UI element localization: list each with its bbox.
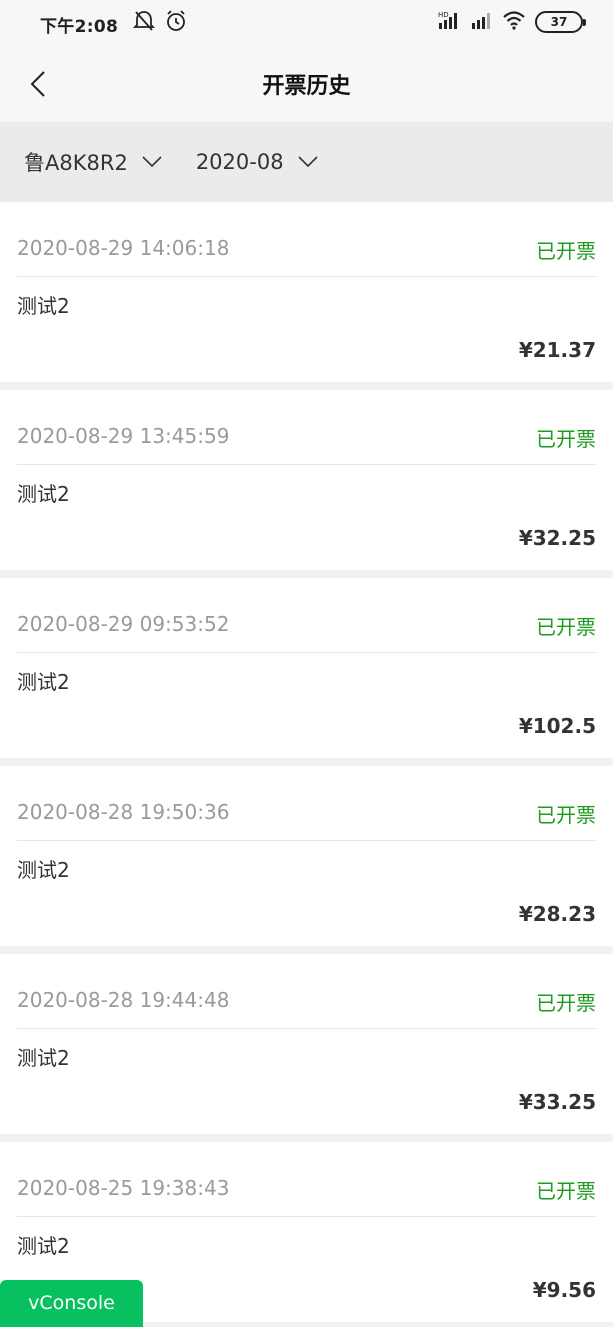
invoice-history-list: 2020-08-29 14:06:18 已开票 测试2 ¥21.37 2020-… bbox=[0, 202, 613, 1327]
record-time: 2020-08-25 19:38:43 bbox=[17, 1176, 230, 1200]
record-time: 2020-08-29 13:45:59 bbox=[17, 424, 230, 448]
nav-bar: 开票历史 bbox=[0, 46, 613, 122]
divider bbox=[17, 276, 596, 277]
record-name: 测试2 bbox=[17, 670, 70, 694]
record-amount: ¥32.25 bbox=[518, 526, 596, 550]
svg-text:HD: HD bbox=[438, 11, 449, 19]
record-name: 测试2 bbox=[17, 858, 70, 882]
record-name: 测试2 bbox=[17, 294, 70, 318]
battery-icon: 37 bbox=[535, 11, 586, 33]
status-badge: 已开票 bbox=[536, 1179, 596, 1203]
status-badge: 已开票 bbox=[536, 803, 596, 827]
record-amount: ¥21.37 bbox=[518, 338, 596, 362]
divider bbox=[17, 1216, 596, 1217]
status-bar: 下午2:08 HD 37 bbox=[0, 0, 613, 46]
plate-filter-label: 鲁A8K8R2 bbox=[24, 151, 128, 175]
invoice-record[interactable]: 2020-08-29 09:53:52 已开票 测试2 ¥102.5 bbox=[0, 578, 613, 766]
notification-muted-icon bbox=[132, 9, 156, 37]
plate-filter-dropdown[interactable]: 鲁A8K8R2 bbox=[24, 147, 162, 177]
wifi-icon bbox=[502, 10, 526, 34]
record-time: 2020-08-29 14:06:18 bbox=[17, 236, 230, 260]
status-time: 下午2:08 bbox=[40, 17, 119, 37]
divider bbox=[17, 1028, 596, 1029]
vconsole-button[interactable]: vConsole bbox=[0, 1280, 143, 1327]
month-filter-label: 2020-08 bbox=[195, 150, 284, 174]
invoice-record[interactable]: 2020-08-29 13:45:59 已开票 测试2 ¥32.25 bbox=[0, 390, 613, 578]
status-badge: 已开票 bbox=[536, 991, 596, 1015]
alarm-icon bbox=[165, 9, 187, 37]
status-badge: 已开票 bbox=[536, 615, 596, 639]
record-amount: ¥9.56 bbox=[532, 1278, 596, 1302]
chevron-down-icon bbox=[142, 156, 162, 168]
record-time: 2020-08-28 19:50:36 bbox=[17, 800, 230, 824]
divider bbox=[17, 652, 596, 653]
record-time: 2020-08-29 09:53:52 bbox=[17, 612, 230, 636]
status-badge: 已开票 bbox=[536, 427, 596, 451]
divider bbox=[17, 840, 596, 841]
record-amount: ¥102.5 bbox=[518, 714, 596, 738]
divider bbox=[17, 464, 596, 465]
record-name: 测试2 bbox=[17, 482, 70, 506]
status-badge: 已开票 bbox=[536, 239, 596, 263]
signal-icon bbox=[471, 10, 493, 34]
record-name: 测试2 bbox=[17, 1234, 70, 1258]
page-title: 开票历史 bbox=[262, 74, 351, 99]
filter-bar: 鲁A8K8R2 2020-08 bbox=[0, 122, 613, 202]
record-amount: ¥33.25 bbox=[518, 1090, 596, 1114]
invoice-record[interactable]: 2020-08-28 19:50:36 已开票 测试2 ¥28.23 bbox=[0, 766, 613, 954]
record-name: 测试2 bbox=[17, 1046, 70, 1070]
record-time: 2020-08-28 19:44:48 bbox=[17, 988, 230, 1012]
month-filter-dropdown[interactable]: 2020-08 bbox=[196, 150, 318, 174]
hd-signal-icon: HD bbox=[438, 10, 462, 34]
record-amount: ¥28.23 bbox=[518, 902, 596, 926]
chevron-down-icon bbox=[297, 156, 318, 168]
invoice-record[interactable]: 2020-08-29 14:06:18 已开票 测试2 ¥21.37 bbox=[0, 202, 613, 390]
invoice-record[interactable]: 2020-08-28 19:44:48 已开票 测试2 ¥33.25 bbox=[0, 954, 613, 1142]
